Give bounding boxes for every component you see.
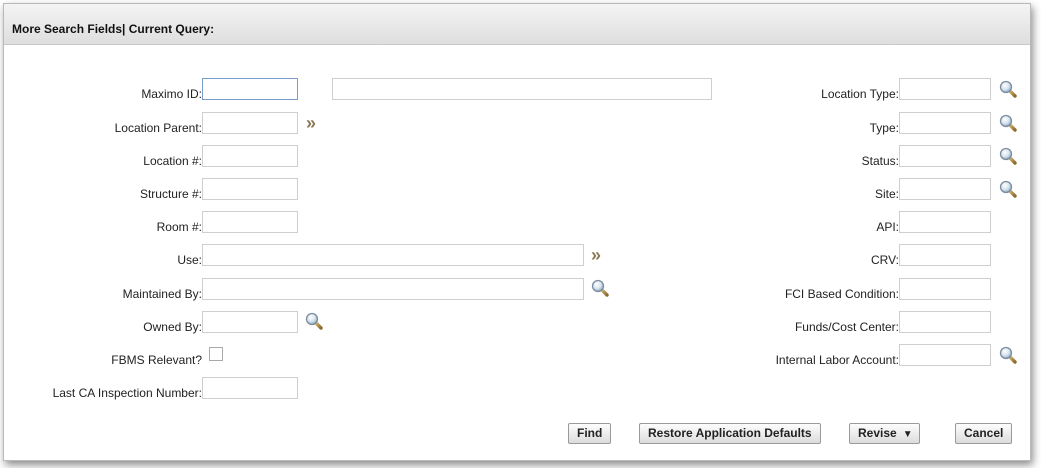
- funds-input[interactable]: [899, 311, 991, 333]
- magnifier-icon[interactable]: [999, 80, 1017, 98]
- magnifier-icon[interactable]: [999, 180, 1017, 198]
- room-num-input[interactable]: [202, 211, 298, 233]
- magnifier-icon[interactable]: [999, 114, 1017, 132]
- internal-labor-input[interactable]: [899, 344, 991, 366]
- magnifier-icon[interactable]: [999, 346, 1017, 364]
- type-label: Type:: [869, 121, 899, 135]
- double-chevron-icon[interactable]: »: [591, 246, 601, 264]
- site-input[interactable]: [899, 178, 991, 200]
- maximo-id-label: Maximo ID:: [141, 87, 202, 101]
- revise-button-label: Revise: [858, 426, 897, 440]
- location-num-label: Location #:: [143, 154, 202, 168]
- crv-input[interactable]: [899, 244, 991, 266]
- owned-by-label: Owned By:: [143, 320, 202, 334]
- location-num-input[interactable]: [202, 145, 298, 167]
- magnifier-icon[interactable]: [999, 147, 1017, 165]
- structure-num-label: Structure #:: [139, 187, 202, 201]
- find-button[interactable]: Find: [568, 423, 612, 444]
- status-input[interactable]: [899, 145, 991, 167]
- status-label: Status:: [861, 154, 899, 168]
- caret-down-icon: ▼: [902, 429, 913, 440]
- last-ca-inspection-input[interactable]: [202, 377, 298, 399]
- magnifier-icon[interactable]: [591, 279, 609, 297]
- api-input[interactable]: [899, 211, 991, 233]
- fci-label: FCI Based Condition:: [784, 287, 899, 301]
- double-chevron-icon[interactable]: »: [306, 114, 316, 132]
- magnifier-icon[interactable]: [305, 312, 323, 330]
- location-type-label: Location Type:: [821, 87, 899, 101]
- maintained-by-label: Maintained By:: [122, 287, 202, 301]
- room-num-label: Room #:: [156, 220, 202, 234]
- use-label: Use:: [177, 253, 202, 267]
- api-label: API:: [876, 220, 899, 234]
- search-dialog: More Search Fields| Current Query: Maxim…: [3, 3, 1031, 461]
- funds-label: Funds/Cost Center:: [794, 320, 899, 334]
- maximo-id-input[interactable]: [202, 78, 298, 100]
- crv-label: CRV:: [870, 253, 899, 267]
- restore-defaults-button[interactable]: Restore Application Defaults: [639, 423, 821, 444]
- cancel-button[interactable]: Cancel: [955, 423, 1013, 444]
- location-parent-input[interactable]: [202, 112, 298, 134]
- revise-button[interactable]: Revise ▼: [849, 423, 920, 444]
- fbms-relevant-checkbox[interactable]: [209, 347, 223, 361]
- fbms-relevant-label: FBMS Relevant?: [111, 353, 202, 367]
- type-input[interactable]: [899, 112, 991, 134]
- site-label: Site:: [874, 187, 899, 201]
- last-ca-inspection-label: Last CA Inspection Number:: [52, 386, 202, 400]
- use-input[interactable]: [202, 244, 584, 266]
- dialog-title: More Search Fields| Current Query:: [12, 22, 215, 36]
- fci-input[interactable]: [899, 278, 991, 300]
- structure-num-input[interactable]: [202, 178, 298, 200]
- maintained-by-input[interactable]: [202, 278, 584, 300]
- location-type-input[interactable]: [899, 78, 991, 100]
- internal-labor-label: Internal Labor Account:: [775, 353, 899, 367]
- location-parent-label: Location Parent:: [114, 121, 202, 135]
- owned-by-input[interactable]: [202, 311, 298, 333]
- maximo-id-description-input[interactable]: [332, 78, 712, 100]
- dialog-titlebar: More Search Fields| Current Query:: [4, 4, 1030, 45]
